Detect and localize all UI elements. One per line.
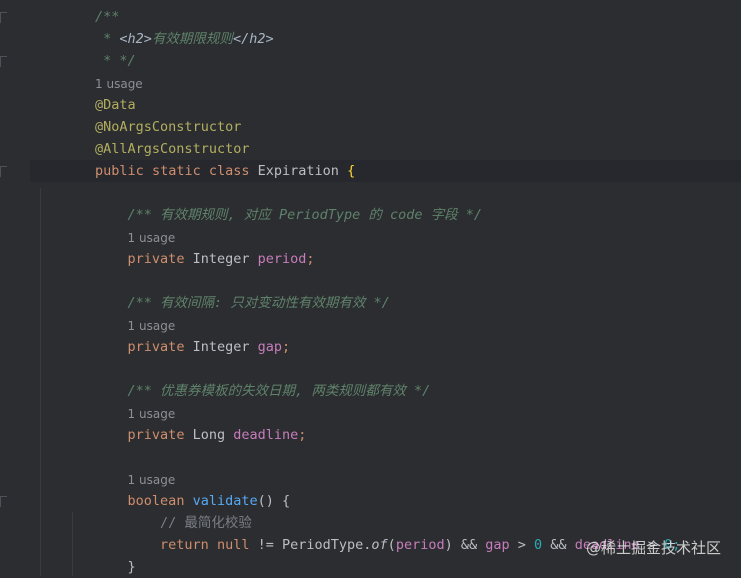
code-line[interactable]: private Integer gap;: [30, 336, 741, 358]
usage-hint[interactable]: 1 usage: [30, 469, 741, 491]
fold-icon[interactable]: [0, 56, 7, 67]
code-line[interactable]: }: [30, 556, 741, 578]
code-line[interactable]: /** 优惠券模板的失效日期, 两类规则都有效 */: [30, 380, 741, 402]
fold-icon[interactable]: [0, 12, 7, 23]
code-line[interactable]: /**: [30, 6, 741, 28]
fold-icon[interactable]: [0, 166, 7, 177]
usage-hint[interactable]: 1 usage: [30, 403, 741, 425]
usage-hint[interactable]: 1 usage: [30, 227, 741, 249]
code-line[interactable]: private Long deadline;: [30, 424, 741, 446]
usage-hint[interactable]: 1 usage: [30, 315, 741, 337]
code-line[interactable]: // 最简化校验: [30, 512, 741, 534]
code-line[interactable]: /** 有效间隔: 只对变动性有效期有效 */: [30, 292, 741, 314]
code-line[interactable]: @NoArgsConstructor: [30, 116, 741, 138]
code-line[interactable]: @AllArgsConstructor: [30, 138, 741, 160]
watermark-text: @稀土掘金技术社区: [585, 539, 721, 557]
code-line[interactable]: boolean validate() {: [30, 490, 741, 512]
code-line[interactable]: private Integer period;: [30, 248, 741, 270]
usage-hint[interactable]: 1 usage: [30, 73, 741, 95]
code-line[interactable]: @Data: [30, 94, 741, 116]
code-line[interactable]: /** 有效期规则, 对应 PeriodType 的 code 字段 */: [30, 204, 741, 226]
code-line[interactable]: * <h2>有效期限规则</h2>: [30, 28, 741, 50]
fold-icon[interactable]: [0, 496, 7, 507]
code-editor[interactable]: /** * <h2>有效期限规则</h2> * */ 1 usage @Data…: [30, 0, 741, 576]
code-line-current[interactable]: public static class Expiration {: [30, 160, 741, 182]
editor-gutter: [0, 0, 30, 576]
code-line[interactable]: * */: [30, 50, 741, 72]
